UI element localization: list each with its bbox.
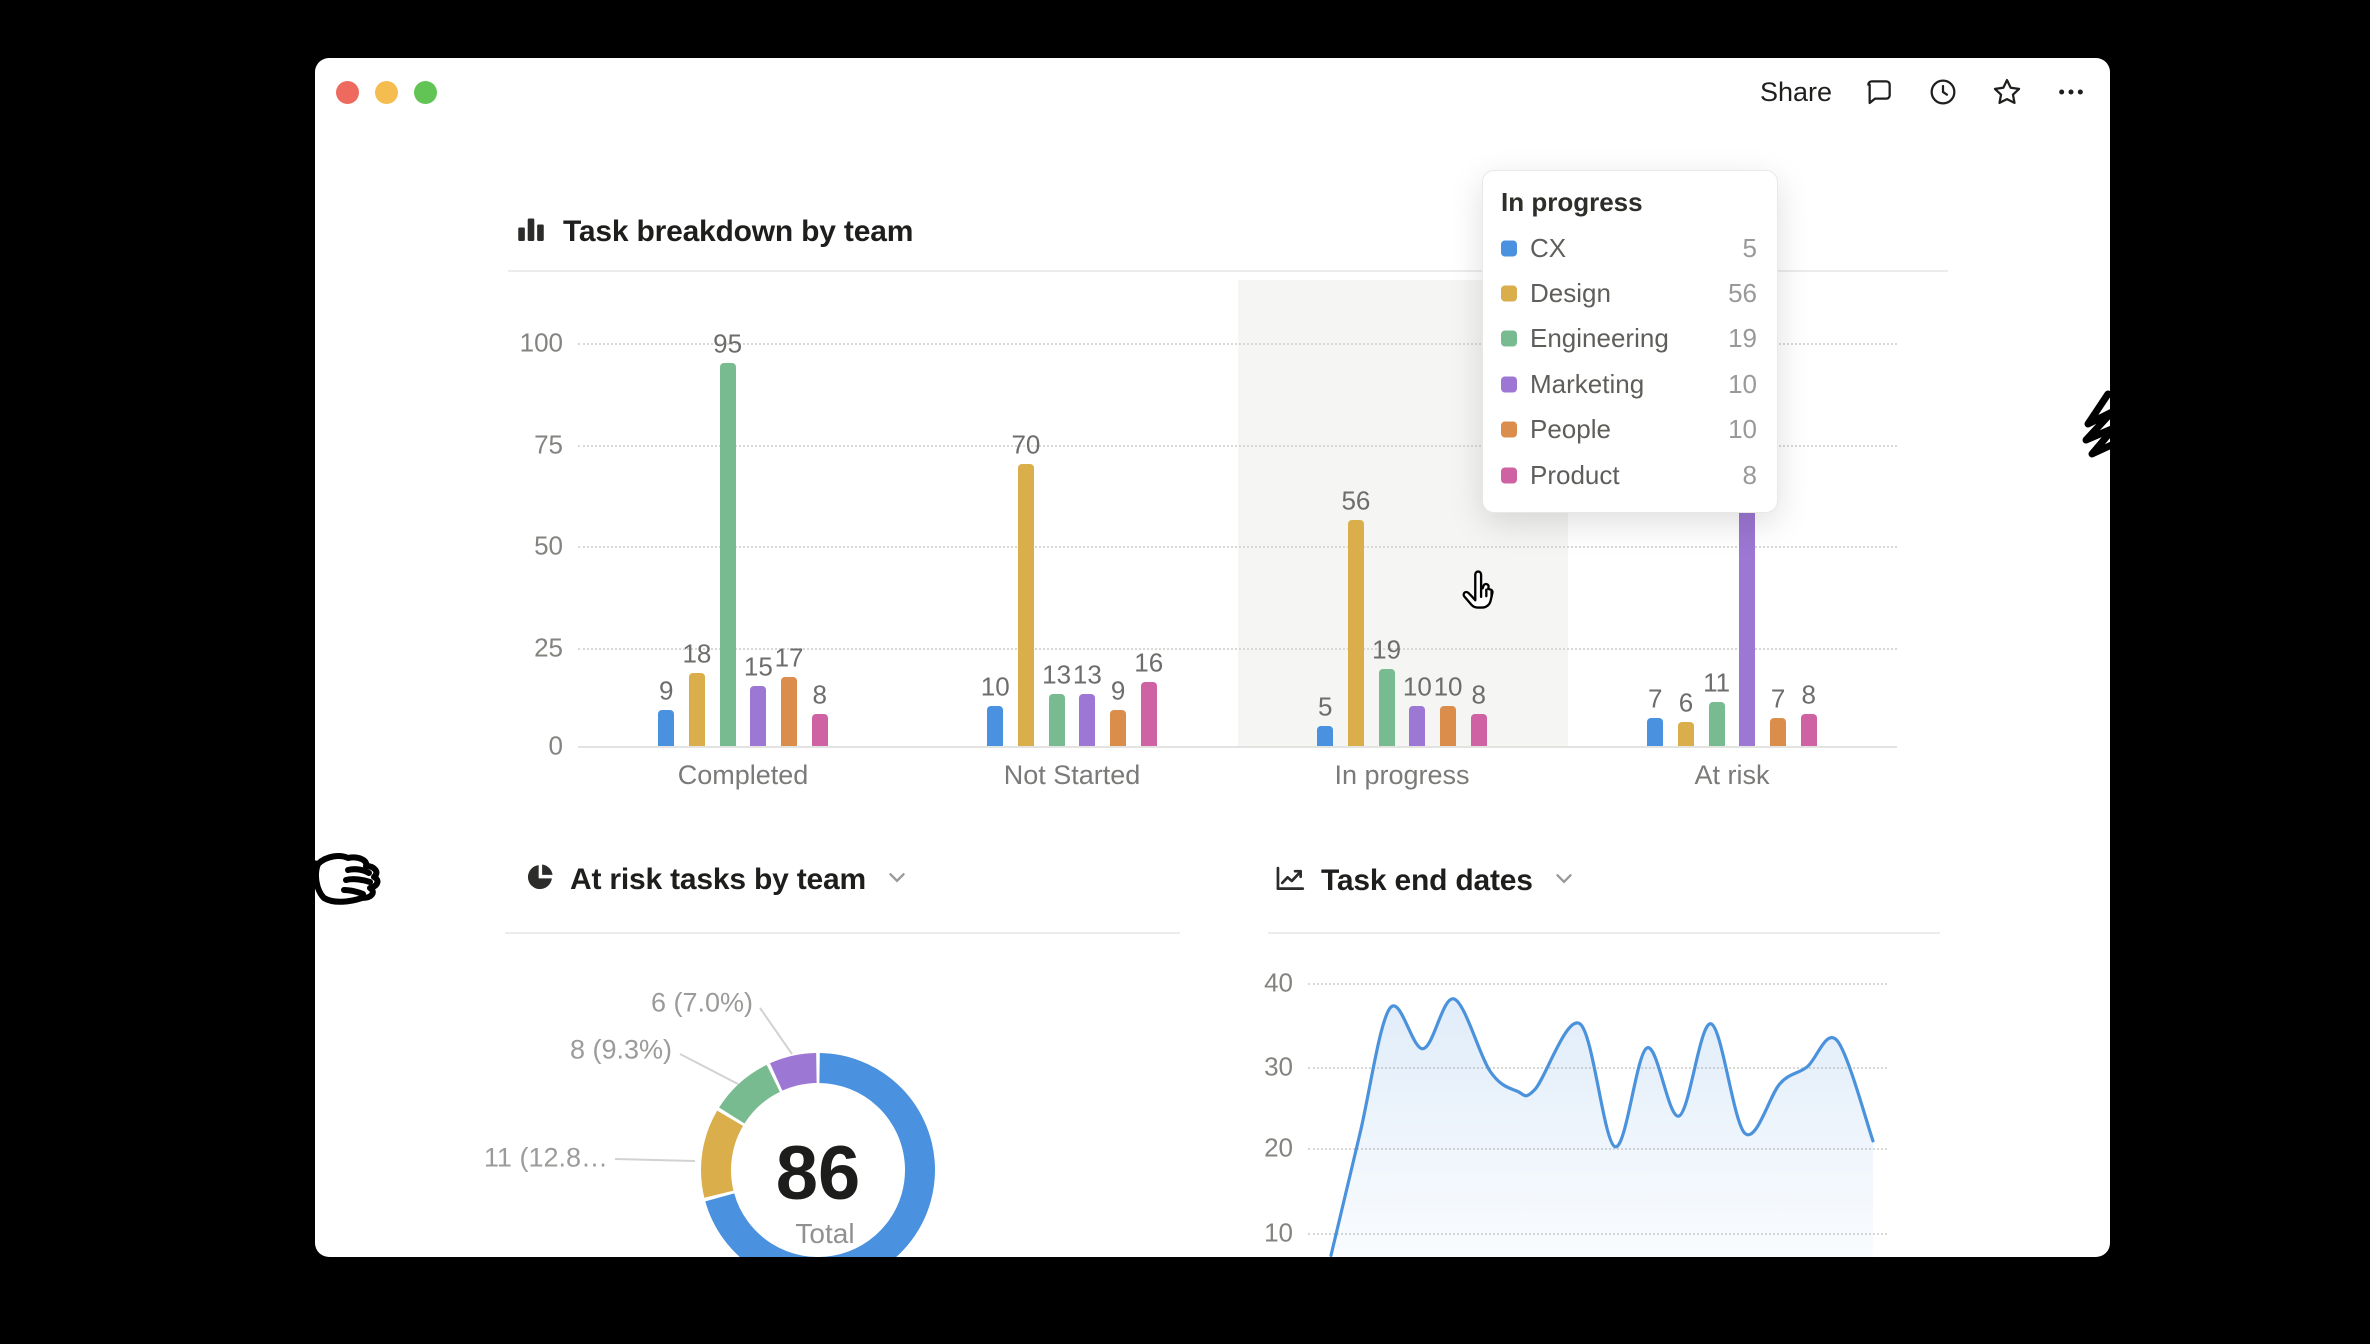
tooltip-row: Marketing 10 [1483,362,1777,407]
hand-doodle [296,848,386,932]
tooltip-row: CX 5 [1483,226,1777,271]
tooltip-team-value: 5 [1743,233,1757,264]
tooltip-team-label: Engineering [1530,323,1669,354]
tooltip-team-value: 8 [1743,460,1757,491]
chart-tooltip: In progress CX 5 Design 56 Engineering 1… [1482,170,1778,513]
line-area-chart [315,58,2110,1257]
tooltip-team-label: Design [1530,278,1611,309]
tooltip-team-value: 19 [1728,323,1757,354]
tooltip-team-value: 56 [1728,278,1757,309]
tooltip-team-value: 10 [1728,369,1757,400]
scribble-doodle [2078,390,2124,470]
tooltip-team-label: People [1530,414,1611,445]
tooltip-team-label: Marketing [1530,369,1644,400]
legend-swatch [1501,422,1517,438]
cursor-pointer-icon [1462,570,1506,618]
legend-swatch [1501,331,1517,347]
tooltip-row: Engineering 19 [1483,316,1777,361]
legend-swatch [1501,240,1517,256]
tooltip-team-label: Product [1530,460,1620,491]
tooltip-team-label: CX [1530,233,1566,264]
tooltip-team-value: 10 [1728,414,1757,445]
tooltip-title: In progress [1501,187,1643,218]
legend-swatch [1501,376,1517,392]
tooltip-row: Design 56 [1483,271,1777,316]
tooltip-row: Product 8 [1483,453,1777,498]
tooltip-row: People 10 [1483,407,1777,452]
legend-swatch [1501,467,1517,483]
app-window: Share [315,58,2110,1257]
legend-swatch [1501,285,1517,301]
